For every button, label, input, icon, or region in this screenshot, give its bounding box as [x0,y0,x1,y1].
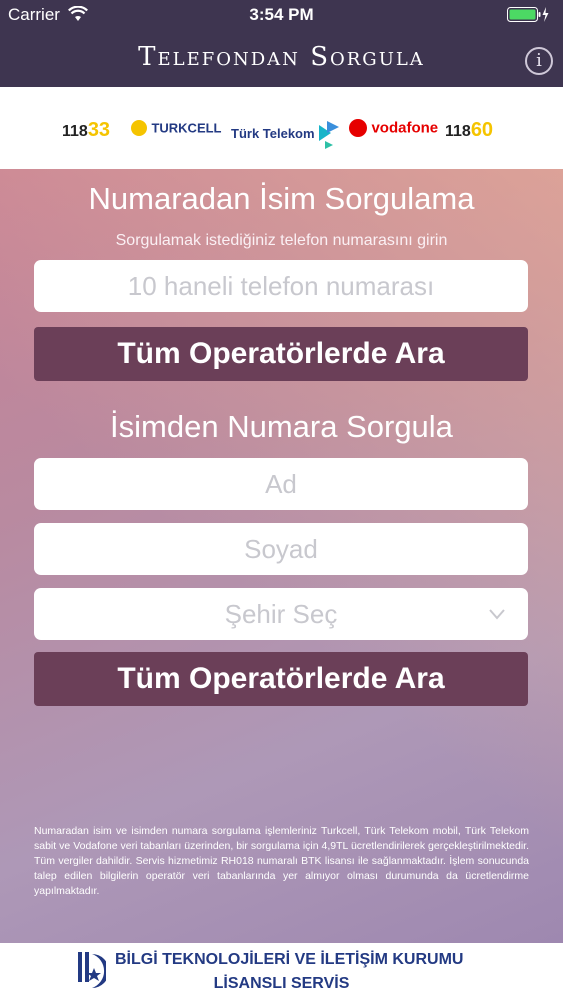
status-bar: Carrier 3:54 PM [0,0,563,30]
clock: 3:54 PM [249,5,314,24]
battery-icon [507,7,549,22]
name-search-title: İsimden Numara Sorgula [110,409,453,444]
footer-authority-name: BİLGİ TEKNOLOJİLERİ VE İLETİŞİM KURUMU [115,951,464,968]
logo-11860: 11860 [445,119,494,141]
search-by-name-button[interactable]: Tüm Operatörlerde Ara [34,652,528,706]
charging-bolt-icon [542,7,549,22]
footer: BİLGİ TEKNOLOJİLERİ VE İLETİŞİM KURUMU L… [0,943,563,1000]
last-name-input[interactable]: Soyad [34,523,528,575]
number-search-title: Numaradan İsim Sorgulama [88,181,475,216]
phone-number-input[interactable]: 10 haneli telefon numarası [34,260,528,312]
search-by-number-button[interactable]: Tüm Operatörlerde Ara [34,327,528,381]
logo-vodafone: vodafone [349,119,438,137]
city-select[interactable]: Şehir Seç [34,588,528,640]
navigation-bar: Carrier 3:54 PM Telefondan Sorgula i [0,0,563,87]
disclaimer-text: Numaradan isim ve isimden numara sorgula… [34,825,529,897]
logo-turkcell: TURKCELL [131,119,222,137]
logo-turk-telekom: Türk Telekom [231,119,341,149]
query-panel: Numaradan İsim Sorgulama Sorgulamak iste… [0,169,563,943]
operator-logos-bar: 11833 TURKCELL Türk Telekom vodafone 118… [0,87,563,169]
info-icon[interactable]: i [525,47,553,75]
number-search-subtitle: Sorgulamak istediğiniz telefon numarasın… [115,232,448,249]
turkcell-icon [131,119,147,136]
vodafone-icon [349,119,367,137]
footer-licensed-service: LİSANSLI SERVİS [213,975,350,992]
chevron-down-icon [489,609,505,620]
first-name-input[interactable]: Ad [34,458,528,510]
turk-telekom-arrow-icon [319,121,340,149]
city-select-label: Şehir Seç [224,599,338,629]
page-title: Telefondan Sorgula [138,42,425,72]
logo-11833: 11833 [62,119,111,141]
